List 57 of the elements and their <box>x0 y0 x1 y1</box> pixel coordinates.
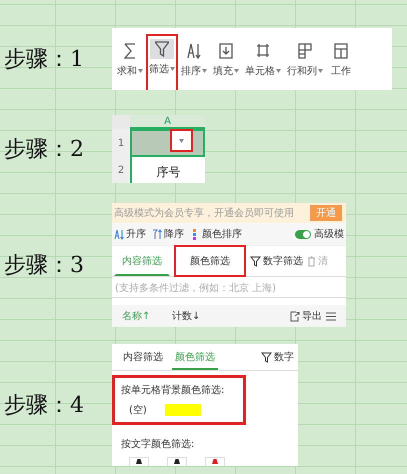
empty-option[interactable]: (空) <box>129 403 147 417</box>
funnel-icon <box>250 256 261 266</box>
list-icon[interactable] <box>326 312 336 320</box>
row-header: 1 <box>112 129 130 157</box>
sort-icon <box>187 43 201 59</box>
font-color-swatch[interactable] <box>173 459 181 464</box>
step-label: 步骤：3 <box>3 252 85 280</box>
sheet-icon <box>334 43 348 59</box>
filter-tab[interactable]: 颜色筛选 <box>174 245 246 277</box>
column-header: A <box>130 115 205 129</box>
sum-icon <box>123 43 137 59</box>
toolbar-button[interactable]: 填充 <box>210 36 242 82</box>
filter-dropdown-button[interactable] <box>170 129 193 152</box>
toolbar-button[interactable]: 行和列 <box>284 36 326 82</box>
toolbar-button[interactable]: 筛选 <box>146 34 178 90</box>
number-filter-button[interactable]: 数字 <box>261 350 294 364</box>
caret-icon <box>138 69 143 73</box>
export-button[interactable]: 导出 <box>290 309 322 323</box>
color-swatch[interactable] <box>164 404 201 416</box>
notice-text: 高级模式为会员专享，开通会员即可使用 <box>114 206 294 220</box>
font-color-swatch[interactable] <box>211 459 219 464</box>
font-color-swatch[interactable] <box>135 459 143 464</box>
fill-down-icon <box>219 43 233 59</box>
toolbar-button[interactable]: 单元格 <box>242 36 284 82</box>
step-label: 步骤：1 <box>3 46 85 74</box>
row-header: 2 <box>112 157 130 183</box>
sort-ascending-icon <box>114 228 124 240</box>
table-cell: 序号 <box>130 157 205 183</box>
search-field[interactable]: (支持多条件过滤，例如：北京 上海) <box>112 279 346 298</box>
number-filter-button[interactable]: 数字筛选 <box>250 254 303 268</box>
funnel-icon <box>155 41 169 57</box>
section-title: 按单元格背景颜色筛选: <box>121 384 226 397</box>
toggle-label: 高级模 <box>314 228 344 241</box>
trash-icon <box>307 256 316 266</box>
funnel-icon <box>261 352 272 362</box>
dropdown-arrow-icon <box>179 138 184 142</box>
caret-icon <box>170 67 175 71</box>
step-label: 步骤：2 <box>3 136 85 164</box>
caret-icon <box>202 69 207 73</box>
step-label: 步骤：4 <box>3 392 85 420</box>
column-header[interactable]: 计数↓ <box>172 309 200 323</box>
filter-tab[interactable]: 内容筛选 <box>120 344 166 370</box>
section-title: 按文字颜色筛选: <box>121 438 196 451</box>
toolbar-button[interactable]: 排序 <box>178 36 210 82</box>
toggle-switch[interactable] <box>295 230 311 238</box>
sort-button[interactable]: 颜色排序 <box>190 227 242 241</box>
caret-icon <box>234 69 239 73</box>
toolbar-button[interactable]: 工作 <box>326 36 356 82</box>
caret-icon <box>318 69 323 73</box>
toolbar-button[interactable]: 求和 <box>114 36 146 82</box>
caret-icon <box>276 69 281 73</box>
sort-button[interactable]: 升序 <box>114 227 146 241</box>
sort-descending-icon <box>152 228 162 240</box>
cell-icon <box>256 43 270 59</box>
sort-button[interactable]: 降序 <box>152 227 184 241</box>
export-icon <box>290 310 300 322</box>
rows-columns-icon <box>298 43 312 59</box>
